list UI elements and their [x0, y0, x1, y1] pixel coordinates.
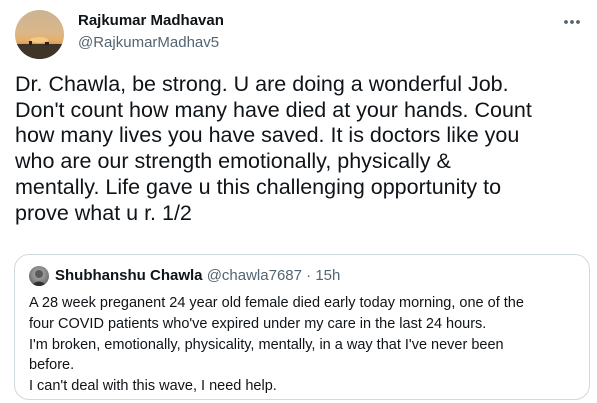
quoted-text-line: A 28 week preganent 24 year old female d…	[29, 295, 524, 311]
person-photo	[31, 270, 47, 286]
quoted-separator: ·	[306, 267, 312, 284]
more-horizontal-icon	[564, 20, 580, 24]
quoted-timestamp[interactable]: 15h	[315, 267, 340, 284]
quoted-text: A 28 week preganent 24 year old female d…	[29, 293, 579, 397]
quoted-text-line: I can't deal with this wave, I need help…	[29, 378, 277, 395]
tweet-text: Dr. Chawla, be strong. U are doing a won…	[15, 72, 532, 225]
quoted-text-line: before.	[29, 357, 75, 374]
quoted-header: Shubhanshu Chawla @chawla7687 · 15h	[55, 267, 340, 284]
quoted-author-name: Shubhanshu Chawla	[55, 267, 203, 284]
quoted-text-line: I'm broken, emotionally, physicality, me…	[29, 336, 504, 353]
author-name[interactable]: Rajkumar Madhavan	[78, 12, 224, 29]
author-handle[interactable]: @RajkumarMadhav5	[78, 34, 219, 51]
author-avatar[interactable]	[15, 10, 64, 59]
quoted-text-line: four COVID patients who've expired under…	[29, 315, 487, 332]
quoted-tweet[interactable]: Shubhanshu Chawla @chawla7687 · 15h A 28…	[14, 254, 590, 400]
sunset-photo	[15, 37, 64, 59]
quoted-author-avatar	[29, 266, 49, 286]
quoted-author-handle: @chawla7687	[206, 267, 302, 284]
more-options-button[interactable]	[558, 12, 586, 32]
